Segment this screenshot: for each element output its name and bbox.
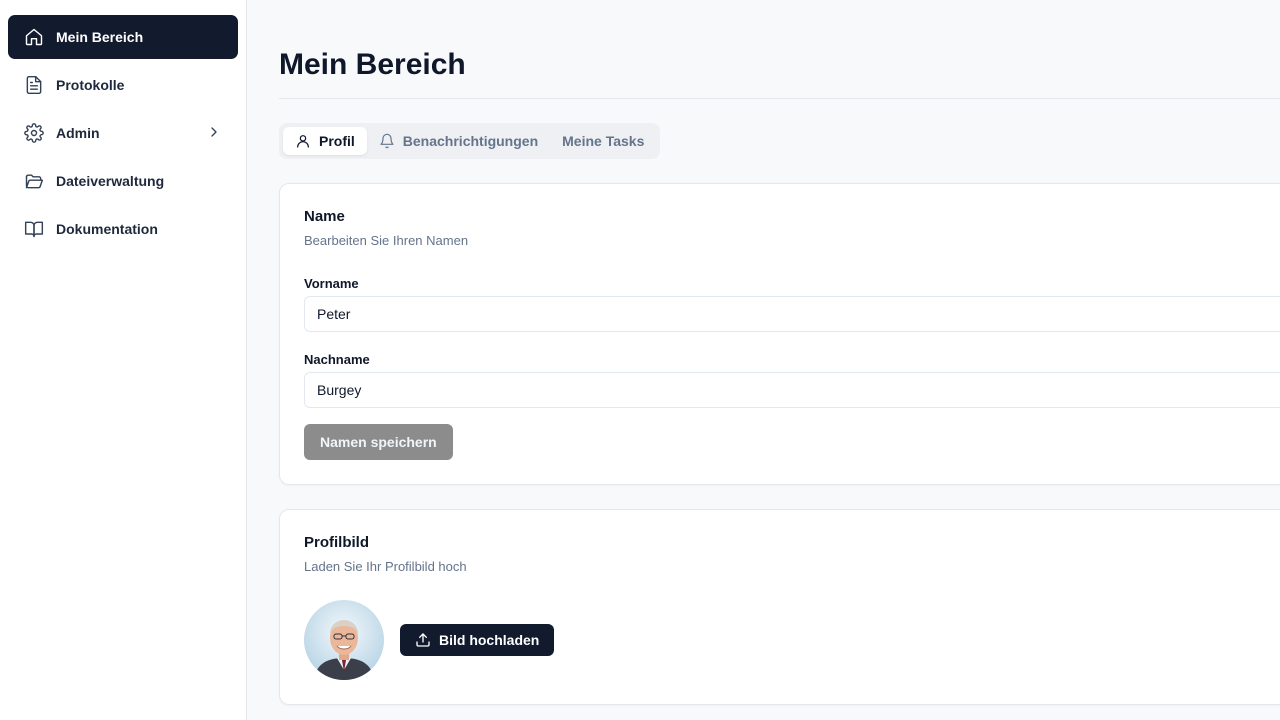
sidebar-item-mein-bereich[interactable]: Mein Bereich [8,15,238,59]
gear-icon [24,123,44,143]
file-text-icon [24,75,44,95]
profile-picture-card: Profilbild Laden Sie Ihr Profilbild hoch [279,509,1280,705]
page-title: Mein Bereich [279,0,1280,99]
tab-profil[interactable]: Profil [283,127,367,155]
sidebar: Mein Bereich Protokolle Admin Dateiverwa… [0,0,247,720]
user-icon [295,133,311,149]
last-name-label: Nachname [304,352,370,367]
first-name-label: Vorname [304,276,359,291]
chevron-right-icon [206,124,222,143]
tab-benachrichtigungen[interactable]: Benachrichtigungen [367,127,550,155]
tab-label: Profil [319,133,355,149]
tab-meine-tasks[interactable]: Meine Tasks [550,127,656,155]
card-title: Name [304,208,345,225]
folder-open-icon [24,171,44,191]
tab-label: Benachrichtigungen [402,133,539,149]
card-description: Laden Sie Ihr Profilbild hoch [304,559,467,574]
book-open-icon [24,219,44,239]
tab-list: Profil Benachrichtigungen Meine Tasks [279,123,661,159]
sidebar-item-protokolle[interactable]: Protokolle [8,63,238,107]
sidebar-item-dateiverwaltung[interactable]: Dateiverwaltung [8,159,238,203]
upload-button-label: Bild hochladen [439,632,540,648]
sidebar-item-label: Protokolle [56,77,125,93]
main-content: Mein Bereich Profil Benachrichtigungen M… [247,0,1280,720]
upload-picture-button[interactable]: Bild hochladen [400,624,555,656]
last-name-input[interactable] [304,372,1280,408]
upload-icon [416,633,430,647]
avatar-row: Bild hochladen [304,600,1274,680]
sidebar-item-dokumentation[interactable]: Dokumentation [8,207,238,251]
bell-icon [379,133,395,149]
sidebar-item-label: Admin [56,125,100,141]
tab-label: Meine Tasks [562,133,645,149]
card-title: Profilbild [304,534,369,551]
card-description: Bearbeiten Sie Ihren Namen [304,233,469,248]
first-name-input[interactable] [304,296,1280,332]
save-name-button[interactable]: Namen speichern [304,424,453,460]
sidebar-item-label: Mein Bereich [56,29,144,45]
sidebar-item-admin[interactable]: Admin [8,111,238,155]
home-icon [24,27,44,47]
app-root: Mein Bereich Protokolle Admin Dateiverwa… [0,0,1280,720]
sidebar-item-label: Dateiverwaltung [56,173,165,189]
avatar [304,600,384,680]
sidebar-item-label: Dokumentation [56,221,158,237]
name-card: Name Bearbeiten Sie Ihren Namen Vorname … [279,183,1280,485]
